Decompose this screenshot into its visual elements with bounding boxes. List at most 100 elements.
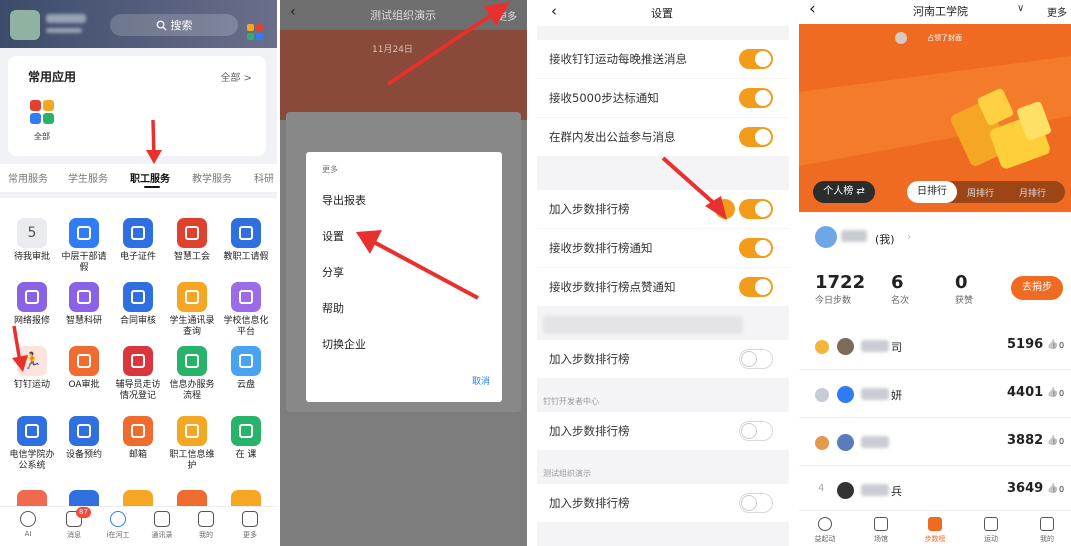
union-emblem-icon: [177, 218, 207, 248]
app-book[interactable]: 辅导员走访情况登记: [112, 346, 164, 402]
user-avatar: [837, 386, 854, 403]
all-apps-icon[interactable]: [30, 100, 56, 126]
toggle-switch[interactable]: [739, 199, 773, 219]
like-icon[interactable]: 👍: [1047, 388, 1058, 398]
user-name-blurred: [861, 340, 889, 352]
toggle-knob: [741, 423, 757, 439]
home-icon: [110, 511, 126, 527]
search-box[interactable]: 搜索: [110, 14, 238, 36]
nav-contacts[interactable]: 通讯录: [148, 511, 176, 540]
app-camera[interactable]: 在 课: [220, 416, 272, 461]
menu-item-switch-org[interactable]: 切换企业: [322, 336, 366, 352]
tab-daily[interactable]: 日排行: [907, 181, 957, 203]
app-stamp[interactable]: OA审批: [58, 346, 110, 391]
back-icon[interactable]: ‹: [290, 4, 296, 20]
app-contract[interactable]: 合同审核: [112, 282, 164, 327]
chevron-down-icon[interactable]: ∨: [1017, 3, 1024, 14]
menu-item-settings[interactable]: 设置: [322, 228, 344, 244]
like-icon[interactable]: 👍: [1047, 484, 1058, 494]
app-label: 辅导员走访情况登记: [115, 380, 161, 401]
app-grid-icon[interactable]: [247, 24, 263, 40]
cancel-button[interactable]: 取消: [472, 374, 490, 387]
tab-0[interactable]: 常用服务: [8, 170, 48, 185]
nav-charity[interactable]: 益起动: [811, 517, 839, 544]
nav-venue[interactable]: 场馆: [867, 517, 895, 544]
nav-label: 步数榜: [924, 535, 946, 543]
back-icon[interactable]: ‹: [551, 2, 557, 20]
tab-4[interactable]: 科研: [254, 170, 274, 185]
rank-row[interactable]: 司 5196 👍 0: [799, 322, 1071, 370]
tab-3[interactable]: 教学服务: [192, 170, 232, 185]
app-card[interactable]: 职工信息维护: [166, 416, 218, 472]
menu-item-export[interactable]: 导出报表: [322, 192, 366, 208]
tab-personal[interactable]: 个人榜 ⇄: [813, 181, 875, 203]
app-label: 设备预约: [65, 450, 102, 460]
rank-row[interactable]: 3882 👍 0: [799, 418, 1071, 466]
nav-profile[interactable]: 我的: [1033, 517, 1061, 544]
tab-monthly[interactable]: 月排行: [1019, 186, 1046, 199]
app-union-emblem[interactable]: 智慧工会: [166, 218, 218, 263]
app-mail[interactable]: 邮箱: [112, 416, 164, 461]
org-avatar[interactable]: [10, 10, 40, 40]
app-college-seal[interactable]: 电信学院办公系统: [6, 416, 58, 472]
red-arrow-to-settings: [356, 230, 479, 300]
nav-message[interactable]: 消息 87: [60, 507, 91, 540]
my-avatar[interactable]: [815, 226, 837, 248]
more-link[interactable]: 更多: [1047, 4, 1067, 19]
app-qa[interactable]: 学校信息化平台: [220, 282, 272, 338]
step-count: 3882: [1007, 433, 1044, 448]
settings-title: 设置: [651, 7, 673, 20]
app-id-card[interactable]: 电子证件: [112, 218, 164, 263]
nav-more-grid[interactable]: 更多: [236, 511, 264, 540]
like-icon[interactable]: 👍: [1047, 436, 1058, 446]
nav-ai[interactable]: AI: [14, 511, 42, 538]
red-arrow-to-dingding-sport: [12, 325, 28, 372]
app-magnifier[interactable]: 学生通讯录查询: [166, 282, 218, 338]
toggle-switch[interactable]: [739, 493, 773, 513]
toggle-switch[interactable]: [739, 127, 773, 147]
app-org-chart[interactable]: 智慧科研: [58, 282, 110, 327]
toggle-knob: [741, 351, 757, 367]
tab-1[interactable]: 学生服务: [68, 170, 108, 185]
toggle-switch[interactable]: [739, 88, 773, 108]
rank-row[interactable]: 妍 4401 👍 0: [799, 370, 1071, 418]
app-five-badge[interactable]: 5 待我审批: [6, 218, 58, 263]
app-tools[interactable]: 信息办服务流程: [166, 346, 218, 402]
toggle-switch[interactable]: [739, 421, 773, 441]
toggle-switch[interactable]: [739, 349, 773, 369]
menu-item-help[interactable]: 帮助: [322, 300, 344, 316]
menu-item-share[interactable]: 分享: [322, 264, 344, 280]
back-icon[interactable]: ‹: [809, 0, 816, 19]
like-count: 0: [1059, 341, 1065, 350]
cover-avatar: [895, 32, 907, 44]
toggle-knob: [755, 279, 771, 295]
all-link[interactable]: 全部 >: [220, 69, 252, 84]
app-cloud[interactable]: 云盘: [220, 346, 272, 391]
profile-icon: [198, 511, 214, 527]
nav-bar-chart[interactable]: 步数榜: [921, 517, 949, 544]
toggle-switch[interactable]: [739, 277, 773, 297]
user-name-tail: 兵: [891, 485, 902, 498]
setting-label: 接收钉钉运动每晚推送消息: [549, 52, 687, 66]
like-icon[interactable]: 👍: [1047, 340, 1058, 350]
nav-pulse[interactable]: 运动: [977, 517, 1005, 544]
app-wrench-house[interactable]: 网络报修: [6, 282, 58, 327]
stat-likes-label: 获赞: [955, 296, 974, 306]
nav-home[interactable]: i在河工: [104, 511, 132, 540]
toggle-switch[interactable]: [739, 49, 773, 69]
donate-steps-button[interactable]: 去捐步: [1011, 276, 1063, 300]
toggle-switch[interactable]: [739, 238, 773, 258]
app-label: 信息办服务流程: [169, 380, 215, 401]
nav-profile[interactable]: 我的: [192, 511, 220, 540]
app-person-clock[interactable]: 教职工请假: [220, 218, 272, 263]
rank-row[interactable]: 4 兵 3649 👍 0: [799, 466, 1071, 514]
ranking-bottom-nav: 益起动 场馆 步数榜 运动 我的: [799, 510, 1071, 546]
setting-row: 接收步数排行榜通知: [537, 229, 789, 267]
app-calendar-clock[interactable]: 设备预约: [58, 416, 110, 461]
tab-weekly[interactable]: 周排行: [967, 186, 994, 199]
app-document[interactable]: 中层干部请假: [58, 218, 110, 274]
common-apps-title: 常用应用: [28, 70, 77, 84]
stat-likes: 0 获赞: [955, 272, 973, 306]
toggle-knob: [755, 90, 771, 106]
tab-2[interactable]: 职工服务: [130, 170, 170, 185]
